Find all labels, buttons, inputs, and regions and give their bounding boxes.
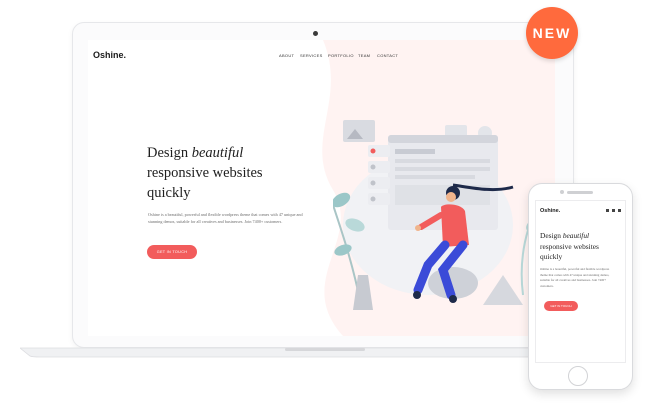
nav-team[interactable]: TEAM [358, 53, 370, 58]
mobile-menu-icon[interactable] [606, 209, 609, 212]
hero-illustration [333, 120, 540, 310]
site-logo[interactable]: Oshine. [93, 50, 126, 60]
mobile-description: Oshine is a beautiful, powerful and flex… [540, 267, 610, 288]
laptop-camera [313, 31, 318, 36]
mobile-nav-icons [606, 209, 621, 212]
get-in-touch-button[interactable]: GET IN TOUCH [147, 245, 197, 259]
hero-description: Oshine is a beautiful, powerful and flex… [148, 212, 303, 224]
phone-screen: Oshine. Design beautiful responsive webs… [535, 200, 626, 363]
mobile-headline-line-2: responsive websites [540, 241, 599, 251]
mobile-headline-prefix: Design [540, 231, 561, 240]
mobile-logo[interactable]: Oshine. [540, 208, 560, 214]
phone-home-button [568, 366, 588, 386]
nav-about[interactable]: ABOUT [279, 53, 294, 58]
headline-line-3: quickly [147, 185, 191, 201]
headline-emphasis: beautiful [191, 145, 244, 161]
headline-line-2: responsive websites [147, 165, 263, 181]
new-badge: NEW [526, 7, 578, 59]
site-navbar: Oshine. ABOUT SERVICES PORTFOLIO TEAM CO… [88, 40, 555, 70]
hero-headline: Design beautiful responsive websites qui… [147, 143, 297, 203]
mobile-headline-emphasis: beautiful [562, 231, 590, 240]
mobile-headline-line-3: quickly [540, 252, 563, 261]
phone-camera [560, 190, 564, 194]
nav-portfolio[interactable]: PORTFOLIO [328, 53, 354, 58]
mobile-grid-icon[interactable] [618, 209, 621, 212]
mobile-get-in-touch-button[interactable]: GET IN TOUCH [544, 301, 578, 311]
phone-speaker [567, 191, 593, 194]
mobile-headline: Design beautiful responsive websites qui… [540, 231, 620, 263]
nav-contact[interactable]: CONTACT [377, 53, 398, 58]
headline-prefix: Design [147, 145, 189, 161]
laptop-screen: Oshine. ABOUT SERVICES PORTFOLIO TEAM CO… [88, 40, 555, 336]
nav-services[interactable]: SERVICES [300, 53, 323, 58]
mobile-search-icon[interactable] [612, 209, 615, 212]
